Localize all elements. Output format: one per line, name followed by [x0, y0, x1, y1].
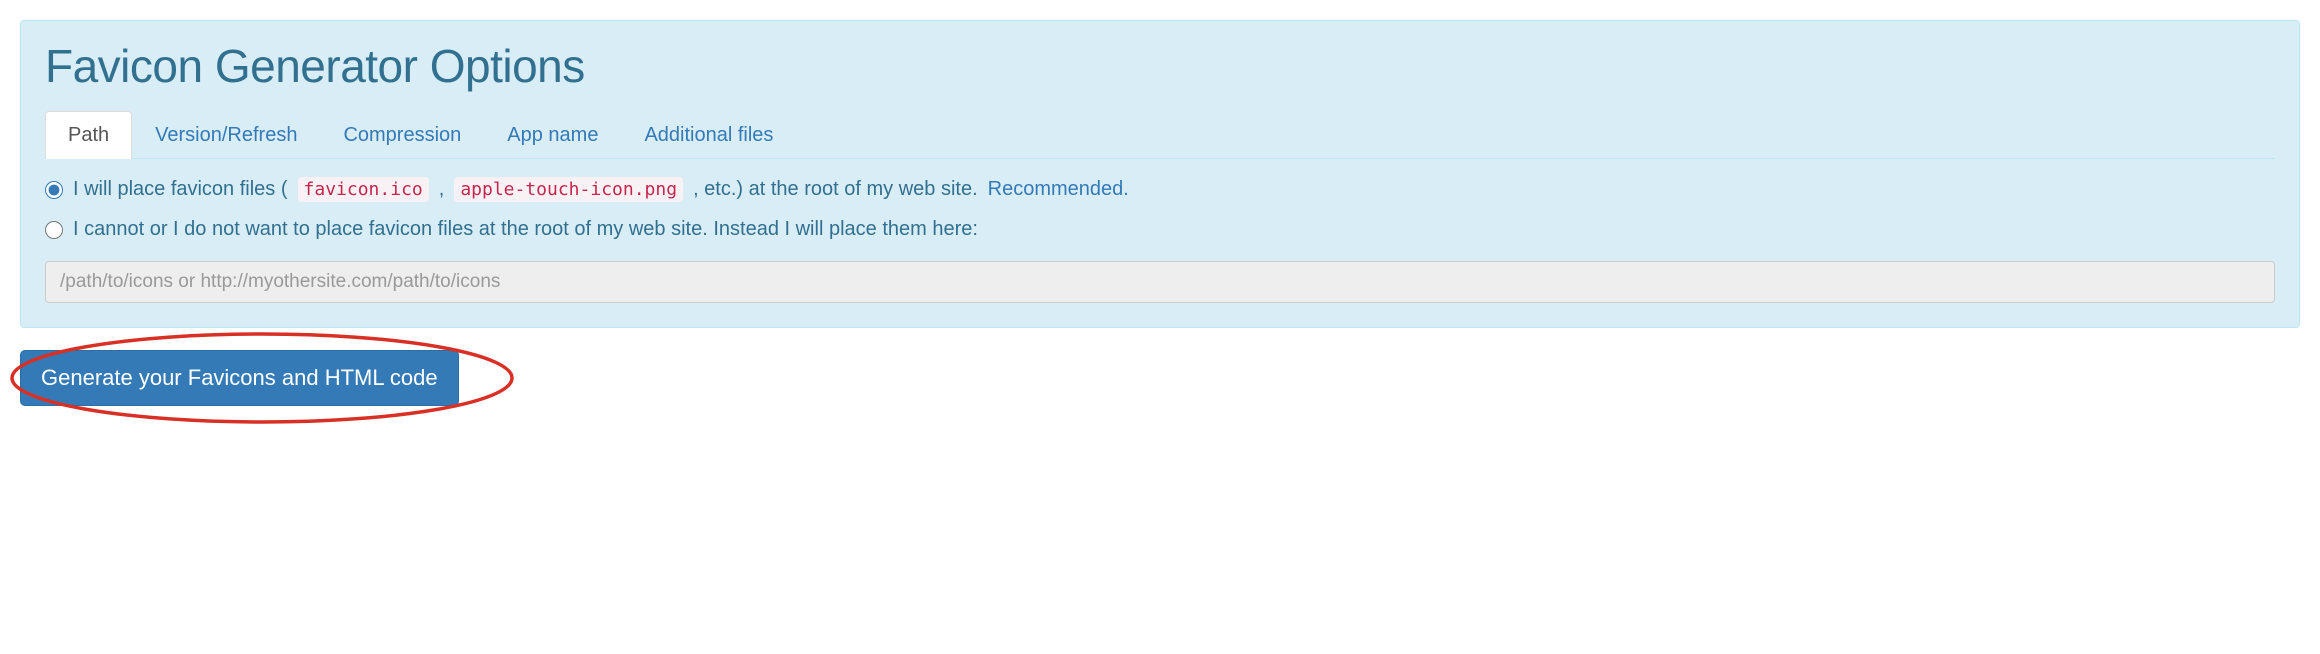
tab-compression[interactable]: Compression — [320, 111, 484, 159]
generate-button-wrap: Generate your Favicons and HTML code — [20, 350, 459, 406]
recommended-link[interactable]: Recommended. — [988, 178, 1129, 201]
panel-title: Favicon Generator Options — [45, 39, 2275, 93]
generate-button[interactable]: Generate your Favicons and HTML code — [20, 350, 459, 406]
tab-additional-files[interactable]: Additional files — [621, 111, 796, 159]
tab-path[interactable]: Path — [45, 111, 132, 159]
tab-version-refresh[interactable]: Version/Refresh — [132, 111, 320, 159]
option-root-row: I will place favicon files ( favicon.ico… — [45, 177, 2275, 202]
option-custom-radio[interactable] — [45, 221, 63, 239]
tab-app-name[interactable]: App name — [484, 111, 621, 159]
options-panel: Favicon Generator Options Path Version/R… — [20, 20, 2300, 328]
option-custom-label[interactable]: I cannot or I do not want to place favic… — [45, 218, 978, 241]
code-apple-touch-icon: apple-touch-icon.png — [454, 177, 683, 202]
option-root-text-before: I will place favicon files ( — [73, 178, 288, 201]
option-custom-text: I cannot or I do not want to place favic… — [73, 218, 978, 241]
code-favicon-ico: favicon.ico — [298, 177, 429, 202]
path-input[interactable] — [45, 261, 2275, 303]
option-root-radio[interactable] — [45, 181, 63, 199]
option-root-sep: , — [439, 178, 445, 201]
tabs: Path Version/Refresh Compression App nam… — [45, 111, 2275, 159]
option-root-text-after: , etc.) at the root of my web site. — [693, 178, 978, 201]
option-root-label[interactable]: I will place favicon files ( favicon.ico… — [45, 177, 1129, 202]
option-custom-row: I cannot or I do not want to place favic… — [45, 218, 2275, 241]
